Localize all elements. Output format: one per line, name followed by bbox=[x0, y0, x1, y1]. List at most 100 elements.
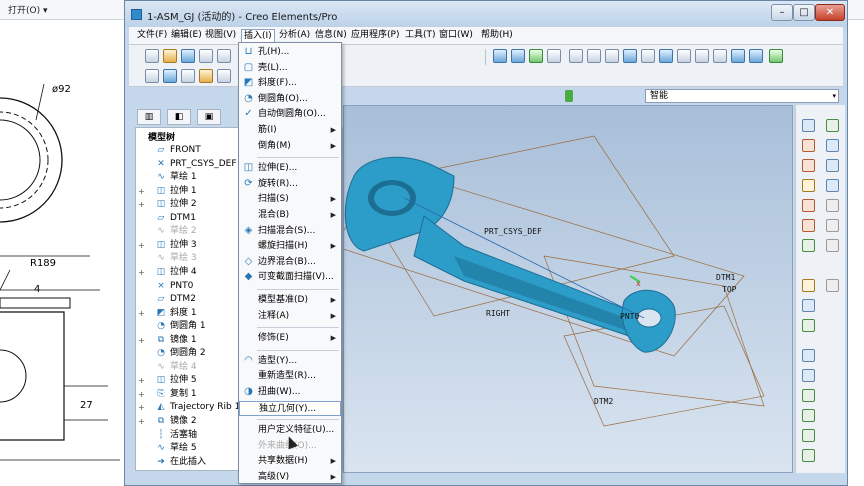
email-icon[interactable] bbox=[217, 49, 231, 63]
new-icon[interactable] bbox=[145, 49, 159, 63]
insert-menu-item[interactable]: ◈ 扫描混合(S)... bbox=[239, 224, 341, 239]
open-menu[interactable]: 打开(O) ▾ bbox=[8, 3, 48, 16]
graphics-window[interactable]: PRT_CSYS_DEF RIGHT DTM1 TOP DTM2 PNT0 x bbox=[343, 105, 793, 473]
insert-menu-item[interactable]: 倒角(M) ▶ bbox=[239, 139, 341, 154]
shading-icon[interactable] bbox=[731, 49, 745, 63]
extend-icon[interactable] bbox=[826, 239, 839, 252]
menu-tools[interactable]: 工具(T) bbox=[403, 29, 438, 42]
insert-menu-item[interactable]: 独立几何(Y)... bbox=[239, 400, 341, 416]
thicken-icon[interactable] bbox=[802, 299, 815, 312]
tree-expand-icon[interactable]: + bbox=[138, 401, 145, 414]
insert-menu-item[interactable]: 模型基准(D) ▶ bbox=[239, 293, 341, 308]
open-icon[interactable] bbox=[163, 49, 177, 63]
tree-expand-icon[interactable]: + bbox=[138, 185, 145, 198]
merge-icon[interactable] bbox=[802, 239, 815, 252]
menu-window[interactable]: 窗口(W) bbox=[437, 29, 475, 42]
insert-menu-item[interactable]: ◑ 扭曲(W)... bbox=[239, 385, 341, 400]
menu-analysis[interactable]: 分析(A) bbox=[277, 29, 312, 42]
sketch-icon[interactable] bbox=[217, 69, 231, 83]
shell-icon[interactable] bbox=[802, 369, 815, 382]
title-bar[interactable]: 1-ASM_GJ (活动的) - Creo Elements/Pro – □ ✕ bbox=[125, 1, 847, 27]
pattern-icon[interactable] bbox=[826, 279, 839, 292]
appearance-icon[interactable] bbox=[529, 49, 543, 63]
tree-expand-icon[interactable]: + bbox=[138, 307, 145, 320]
point-icon[interactable] bbox=[802, 159, 815, 172]
tree-expand-icon[interactable]: + bbox=[138, 239, 145, 252]
save-icon[interactable] bbox=[181, 49, 195, 63]
minimize-button[interactable]: – bbox=[771, 4, 793, 21]
trim-icon[interactable] bbox=[826, 219, 839, 232]
refit-icon[interactable] bbox=[605, 49, 619, 63]
saved-views-icon[interactable] bbox=[641, 49, 655, 63]
hole-icon[interactable] bbox=[802, 349, 815, 362]
selection-filter[interactable]: 智能 ▾ bbox=[645, 89, 839, 103]
datum-point-icon[interactable] bbox=[181, 69, 195, 83]
sketch-plane-icon[interactable] bbox=[802, 139, 815, 152]
solidify-icon[interactable] bbox=[802, 319, 815, 332]
insert-menu-item[interactable]: ◆ 可变截面扫描(V)... bbox=[239, 270, 341, 285]
maximize-button[interactable]: □ bbox=[793, 4, 815, 21]
menu-applications[interactable]: 应用程序(P) bbox=[349, 29, 401, 42]
draft-icon[interactable] bbox=[802, 409, 815, 422]
insert-menu-item[interactable]: ▢ 壳(L)... bbox=[239, 61, 341, 76]
tree-expand-icon[interactable]: + bbox=[138, 334, 145, 347]
insert-menu-item[interactable]: ◇ 边界混合(B)... bbox=[239, 255, 341, 270]
zoom-out-icon[interactable] bbox=[587, 49, 601, 63]
insert-menu-item[interactable]: 高级(V) ▶ bbox=[239, 470, 341, 485]
hidden-line-icon[interactable] bbox=[695, 49, 709, 63]
menu-info[interactable]: 信息(N) bbox=[313, 29, 349, 42]
tree-expand-icon[interactable]: + bbox=[138, 415, 145, 428]
insert-menu-item[interactable]: 共享数据(H) ▶ bbox=[239, 454, 341, 469]
plane-icon[interactable] bbox=[802, 119, 815, 132]
insert-menu-item[interactable]: 扫描(S) ▶ bbox=[239, 192, 341, 207]
tree-expand-icon[interactable]: + bbox=[138, 388, 145, 401]
enhanced-realism-icon[interactable] bbox=[749, 49, 763, 63]
datum-axis-icon[interactable] bbox=[163, 69, 177, 83]
tree-expand-icon[interactable]: + bbox=[138, 266, 145, 279]
surface-icon[interactable] bbox=[826, 179, 839, 192]
spin-center-icon[interactable] bbox=[769, 49, 783, 63]
display-style-icon[interactable] bbox=[547, 49, 561, 63]
insert-menu-item[interactable]: ✓ 自动倒圆角(O)... bbox=[239, 107, 341, 122]
offset-icon[interactable] bbox=[802, 219, 815, 232]
insert-menu-item[interactable]: 螺旋扫描(H) ▶ bbox=[239, 239, 341, 254]
insert-menu-item[interactable]: ◠ 造型(Y)... bbox=[239, 354, 341, 369]
menu-file[interactable]: 文件(F) bbox=[135, 29, 169, 42]
coordinate-system-icon[interactable] bbox=[199, 69, 213, 83]
insert-menu-item[interactable]: 注释(A) ▶ bbox=[239, 309, 341, 324]
tree-expand-icon[interactable]: + bbox=[138, 374, 145, 387]
model-view[interactable]: PRT_CSYS_DEF RIGHT DTM1 TOP DTM2 PNT0 x bbox=[344, 106, 793, 473]
insert-menu-item[interactable]: ⊔ 孔(H)... bbox=[239, 45, 341, 60]
zoom-in-icon[interactable] bbox=[569, 49, 583, 63]
rib-icon[interactable] bbox=[802, 389, 815, 402]
tree-expand-icon[interactable]: + bbox=[138, 198, 145, 211]
print-icon[interactable] bbox=[199, 49, 213, 63]
feature-icon[interactable] bbox=[511, 49, 525, 63]
datum-point-tool-icon[interactable] bbox=[802, 199, 815, 212]
layers-icon[interactable] bbox=[659, 49, 673, 63]
insert-menu-item[interactable]: ◩ 斜度(F)... bbox=[239, 76, 341, 91]
intersect-icon[interactable] bbox=[826, 199, 839, 212]
reorient-icon[interactable] bbox=[623, 49, 637, 63]
wireframe-icon[interactable] bbox=[677, 49, 691, 63]
close-button[interactable]: ✕ bbox=[815, 4, 845, 21]
chamfer-icon[interactable] bbox=[802, 449, 815, 462]
insert-menu-item[interactable]: 重新造型(R)... bbox=[239, 369, 341, 384]
insert-menu-item[interactable]: 筋(I) ▶ bbox=[239, 123, 341, 138]
no-hidden-icon[interactable] bbox=[713, 49, 727, 63]
insert-menu-item[interactable]: ◔ 倒圆角(O)... bbox=[239, 92, 341, 107]
menu-edit[interactable]: 编辑(E) bbox=[169, 29, 204, 42]
axis-icon[interactable] bbox=[826, 119, 839, 132]
menu-help[interactable]: 帮助(H) bbox=[479, 29, 515, 42]
tab-folder-browser[interactable]: ◧ bbox=[167, 109, 191, 125]
tab-favorites[interactable]: ▣ bbox=[197, 109, 221, 125]
insert-menu-item[interactable]: ◫ 拉伸(E)... bbox=[239, 161, 341, 176]
datum-plane-icon[interactable] bbox=[145, 69, 159, 83]
menu-insert[interactable]: 插入(I) bbox=[241, 29, 275, 43]
regenerate-icon[interactable] bbox=[493, 49, 507, 63]
tab-model-tree[interactable]: ▥ bbox=[137, 109, 161, 125]
insert-menu-item[interactable]: 修饰(E) ▶ bbox=[239, 331, 341, 346]
mirror-icon[interactable] bbox=[802, 279, 815, 292]
menu-view[interactable]: 视图(V) bbox=[203, 29, 238, 42]
curve-icon[interactable] bbox=[826, 139, 839, 152]
